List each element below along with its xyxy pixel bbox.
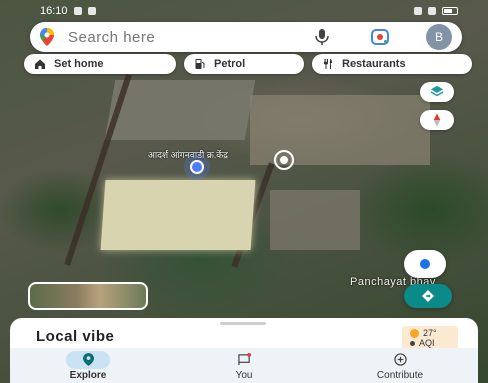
notification-icon <box>87 7 96 15</box>
wifi-icon <box>414 7 422 15</box>
restaurant-icon <box>324 59 332 69</box>
street-view-thumbnail[interactable] <box>28 282 148 310</box>
poi-label[interactable]: आदर्श आंगनवाडी क्र.केंद्र <box>148 150 278 160</box>
compass-icon <box>433 113 441 127</box>
battery-icon <box>442 7 458 15</box>
tab-contribute[interactable]: Contribute <box>340 351 460 381</box>
compass-button[interactable] <box>420 110 454 130</box>
bottom-navigation: Explore You Contribute <box>10 348 478 383</box>
my-location-button[interactable] <box>404 250 446 278</box>
maps-logo-icon <box>40 28 54 46</box>
temperature: 27° <box>423 328 437 338</box>
chip-label: Petrol <box>214 58 246 70</box>
map-field <box>100 180 256 250</box>
tab-label: Explore <box>69 369 107 381</box>
lens-camera-icon[interactable] <box>370 28 390 46</box>
tab-you[interactable]: You <box>184 351 304 381</box>
tab-label: You <box>235 369 253 381</box>
avatar[interactable]: B <box>426 24 452 50</box>
search-bar[interactable]: Search here B <box>30 22 462 52</box>
aqi-label: AQI <box>419 338 435 348</box>
directions-button[interactable] <box>404 284 452 308</box>
notification-icon <box>73 7 82 15</box>
status-bar: 16:10 <box>0 0 488 22</box>
status-time: 16:10 <box>40 5 68 17</box>
layers-icon <box>430 85 444 97</box>
home-icon <box>35 59 45 69</box>
signal-icon <box>428 7 436 15</box>
chip-label: Restaurants <box>342 58 406 70</box>
bookmark-flag-icon <box>237 353 251 366</box>
fuel-icon <box>195 59 205 69</box>
chip-set-home[interactable]: Set home <box>24 54 176 74</box>
current-location-dot <box>190 160 204 174</box>
aqi-dot-icon <box>410 340 415 346</box>
sheet-title: Local vibe <box>36 328 115 345</box>
category-chips: Set home Petrol Restaurants <box>24 54 488 74</box>
weather-badge[interactable]: 27° AQI <box>402 326 458 350</box>
add-circle-icon <box>393 353 407 366</box>
mic-icon[interactable] <box>314 28 330 46</box>
poi-marker[interactable] <box>274 150 294 170</box>
location-pin-icon <box>82 353 94 366</box>
chip-label: Set home <box>54 58 104 70</box>
sheet-drag-handle[interactable] <box>220 322 266 325</box>
directions-icon <box>422 290 434 302</box>
chip-restaurants[interactable]: Restaurants <box>312 54 472 74</box>
sun-icon <box>410 328 419 338</box>
tab-explore[interactable]: Explore <box>28 350 148 381</box>
layers-button[interactable] <box>420 82 454 102</box>
chip-petrol[interactable]: Petrol <box>184 54 304 74</box>
tab-label: Contribute <box>376 369 424 381</box>
search-input[interactable]: Search here <box>68 29 314 46</box>
map-building <box>270 190 360 250</box>
